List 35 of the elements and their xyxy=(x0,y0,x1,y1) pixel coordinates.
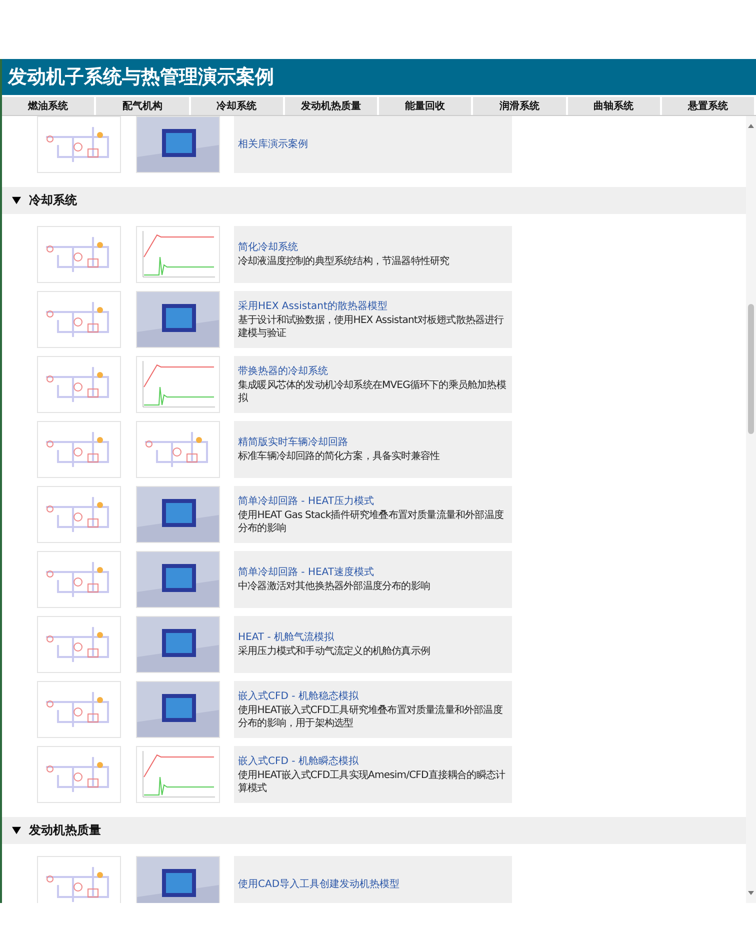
nav-tab[interactable]: 悬置系统 xyxy=(662,97,756,115)
case-description: 使用HEAT嵌入式CFD工具研究堆叠布置对质量流量和外部温度分布的影响，用于架构选型 xyxy=(238,704,504,730)
section-title: 冷却系统 xyxy=(29,192,77,209)
case-description: 中冷器激活对其他换热器外部温度分布的影响 xyxy=(238,580,432,593)
case-link[interactable]: 嵌入式CFD - 机舱稳态模拟 xyxy=(238,690,508,704)
nav-tab[interactable]: 能量回收 xyxy=(379,97,474,115)
case-link[interactable]: 使用CAD导入工具创建发动机热模型 xyxy=(238,878,508,892)
nav-tab[interactable]: 冷却系统 xyxy=(190,97,285,115)
case-description: 采用压力模式和手动气流定义的机舱仿真示例 xyxy=(238,645,432,658)
case-description: 标准车辆冷却回路的简化方案，具备实时兼容性 xyxy=(238,450,441,463)
nav-tab[interactable]: 燃油系统 xyxy=(2,97,96,115)
case-link[interactable]: 简单冷却回路 - HEAT速度模式 xyxy=(238,566,508,580)
case-description: 使用HEAT Gas Stack插件研究堆叠布置对质量流量和外部温度分布的影响 xyxy=(238,508,505,534)
expanded-triangle-icon[interactable] xyxy=(12,196,21,205)
nav-tab[interactable]: 曲轴系统 xyxy=(568,97,662,115)
case-description: 冷却液温度控制的典型系统结构，节温器特性研究 xyxy=(238,255,450,268)
case-link[interactable]: 采用HEX Assistant的散热器模型 xyxy=(238,300,508,314)
case-description: 集成暖风芯体的发动机冷却系统在MVEG循环下的乘员舱加热模拟 xyxy=(238,378,507,404)
case-link[interactable]: 简化冷却系统 xyxy=(238,241,508,255)
nav-tab[interactable]: 发动机热质量 xyxy=(284,97,379,115)
case-link[interactable]: 简单冷却回路 - HEAT压力模式 xyxy=(238,494,508,508)
nav-tab[interactable]: 配气机构 xyxy=(96,97,190,115)
nav-tab[interactable]: 润滑系统 xyxy=(473,97,568,115)
case-description: 基于设计和试验数据，使用HEX Assistant对板翅式散热器进行建模与验证 xyxy=(238,314,505,340)
page-title: 发动机子系统与热管理演示案例 xyxy=(2,59,756,95)
case-link[interactable]: HEAT - 机舱气流模拟 xyxy=(238,631,508,645)
case-link[interactable]: 相关库演示案例 xyxy=(238,138,508,152)
case-link[interactable]: 精简版实时车辆冷却回路 xyxy=(238,436,508,450)
case-link[interactable]: 嵌入式CFD - 机舱瞬态模拟 xyxy=(238,754,508,768)
case-description: 使用HEAT嵌入式CFD工具实现Amesim/CFD直接耦合的瞬态计算模式 xyxy=(238,768,506,794)
expanded-triangle-icon[interactable] xyxy=(12,826,21,835)
section-header[interactable]: 发动机热质量 xyxy=(2,817,746,844)
section-title: 发动机热质量 xyxy=(29,822,101,839)
section-header[interactable]: 冷却系统 xyxy=(2,187,746,214)
case-link[interactable]: 带换热器的冷却系统 xyxy=(238,364,508,378)
